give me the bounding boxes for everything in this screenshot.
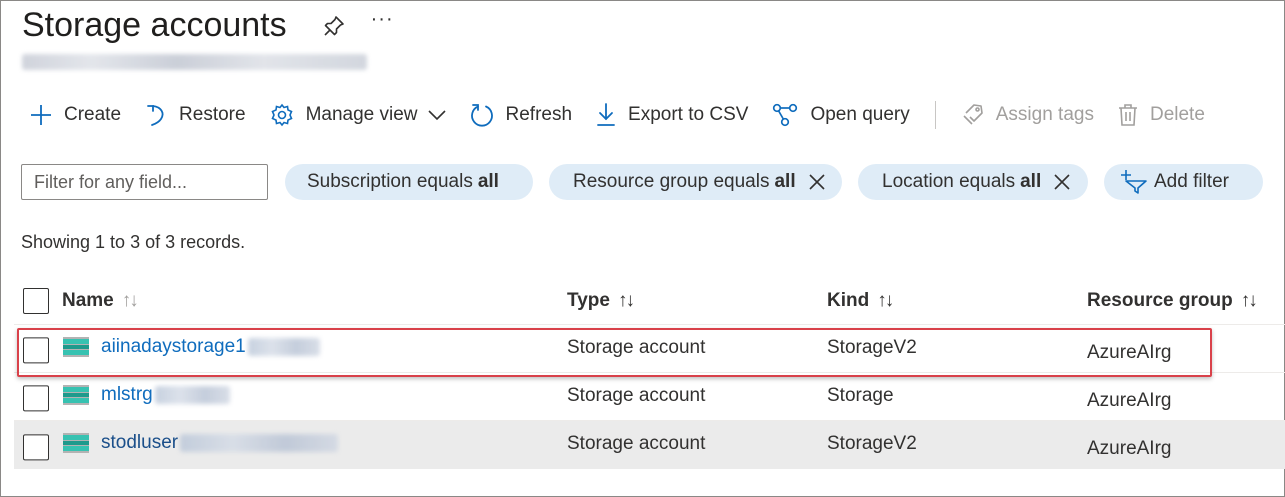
add-filter-label: Add filter — [1154, 171, 1229, 192]
storage-account-link[interactable]: stodluser — [101, 432, 178, 454]
pin-icon[interactable] — [323, 15, 345, 37]
open-query-label: Open query — [810, 104, 910, 125]
create-label: Create — [64, 104, 122, 125]
tag-icon — [963, 104, 983, 125]
storage-account-link[interactable]: aiinadaystorage1 — [101, 336, 246, 358]
row-type-cell: Storage account — [567, 433, 706, 454]
row-name-cell: aiinadaystorage1 — [62, 336, 320, 358]
row-type-cell: Storage account — [567, 337, 706, 358]
query-icon — [773, 103, 798, 127]
resource-group-filter-pill[interactable]: Resource group equals all — [549, 164, 842, 200]
records-count: Showing 1 to 3 of 3 records. — [21, 232, 246, 252]
download-icon — [597, 103, 615, 126]
subscription-filter-pill[interactable]: Subscription equals all — [285, 164, 533, 200]
restore-button[interactable]: Restore — [145, 103, 246, 127]
assign-tags-label: Assign tags — [995, 104, 1094, 125]
storage-account-icon — [62, 432, 90, 454]
refresh-label: Refresh — [505, 104, 573, 125]
export-csv-button[interactable]: Export to CSV — [596, 103, 748, 127]
plus-icon — [31, 105, 51, 125]
sort-icon: ↑↓ — [1240, 290, 1258, 311]
column-header-type[interactable]: Type ↑↓ — [567, 290, 635, 312]
storage-account-link[interactable]: mlstrg — [101, 384, 153, 406]
delete-button[interactable]: Delete — [1118, 103, 1205, 127]
table-header: Name ↑↓ Type ↑↓ Kind ↑↓ Resource group ↑↓ — [14, 279, 1285, 325]
refresh-icon — [470, 104, 493, 127]
sort-icon: ↑↓ — [877, 290, 894, 311]
table-row[interactable]: mlstrg Storage account Storage AzureAIrg — [14, 373, 1285, 421]
row-checkbox[interactable] — [23, 337, 49, 364]
subscription-filter-value: all — [477, 171, 499, 192]
filter-bar: Subscription equals all Resource group e… — [21, 164, 1263, 200]
resource-group-filter-value: all — [774, 171, 796, 192]
location-filter-label: Location equals — [882, 171, 1016, 192]
row-checkbox[interactable] — [23, 385, 49, 412]
export-csv-label: Export to CSV — [628, 104, 749, 125]
storage-account-icon — [62, 336, 90, 358]
location-filter-value: all — [1020, 171, 1042, 192]
trash-icon — [1118, 104, 1137, 126]
redacted-suffix — [154, 386, 230, 404]
redacted-suffix — [247, 338, 320, 356]
add-filter-button[interactable]: Add filter — [1104, 164, 1263, 200]
manage-view-button[interactable]: Manage view — [270, 103, 446, 127]
page-title: Storage accounts — [22, 6, 287, 44]
resource-group-filter-label: Resource group equals — [573, 171, 770, 192]
page-header: Storage accounts ··· — [22, 6, 394, 45]
chevron-down-icon — [427, 110, 446, 121]
resources-table: Name ↑↓ Type ↑↓ Kind ↑↓ Resource group ↑↓ ai… — [14, 279, 1285, 469]
refresh-button[interactable]: Refresh — [470, 103, 573, 127]
column-header-name[interactable]: Name ↑↓ — [62, 290, 139, 312]
close-icon[interactable] — [1053, 173, 1071, 191]
sort-icon: ↑↓ — [121, 290, 139, 311]
row-kind-cell: StorageV2 — [827, 433, 917, 454]
row-type-cell: Storage account — [567, 385, 706, 406]
sort-icon: ↑↓ — [617, 290, 635, 311]
delete-label: Delete — [1149, 104, 1205, 125]
column-header-resource-group[interactable]: Resource group ↑↓ — [1087, 290, 1258, 312]
close-icon[interactable] — [808, 173, 826, 191]
gear-icon — [271, 103, 293, 127]
restore-icon — [147, 105, 164, 126]
restore-label: Restore — [179, 104, 246, 125]
select-all-checkbox[interactable] — [23, 288, 49, 314]
create-button[interactable]: Create — [30, 104, 121, 126]
open-query-button[interactable]: Open query — [772, 103, 910, 127]
location-filter-pill[interactable]: Location equals all — [858, 164, 1088, 200]
toolbar-divider — [934, 101, 936, 129]
redacted-suffix — [180, 434, 339, 452]
table-row[interactable]: stodluser Storage account StorageV2 Azur… — [14, 421, 1285, 469]
manage-view-label: Manage view — [305, 104, 418, 125]
row-kind-cell: Storage — [827, 385, 894, 406]
assign-tags-button[interactable]: Assign tags — [962, 103, 1094, 127]
table-row[interactable]: aiinadaystorage1 Storage account Storage… — [14, 325, 1285, 373]
column-header-kind[interactable]: Kind ↑↓ — [827, 290, 894, 312]
storage-account-icon — [62, 384, 90, 406]
command-bar: Create Restore Manage view Refresh Expor… — [30, 99, 1229, 131]
more-icon[interactable]: ··· — [371, 8, 394, 31]
resource-group-link[interactable]: AzureAIrg — [1087, 390, 1171, 412]
subscription-filter-label: Subscription equals — [307, 171, 473, 192]
row-name-cell: mlstrg — [62, 384, 230, 406]
resource-group-link[interactable]: AzureAIrg — [1087, 342, 1171, 364]
row-checkbox[interactable] — [23, 434, 49, 461]
resource-group-link[interactable]: AzureAIrg — [1087, 438, 1171, 460]
row-kind-cell: StorageV2 — [827, 337, 917, 358]
subscription-subtitle-redacted — [22, 54, 367, 70]
add-filter-icon — [1121, 170, 1147, 194]
row-name-cell: stodluser — [62, 432, 339, 454]
filter-input[interactable] — [21, 164, 268, 200]
